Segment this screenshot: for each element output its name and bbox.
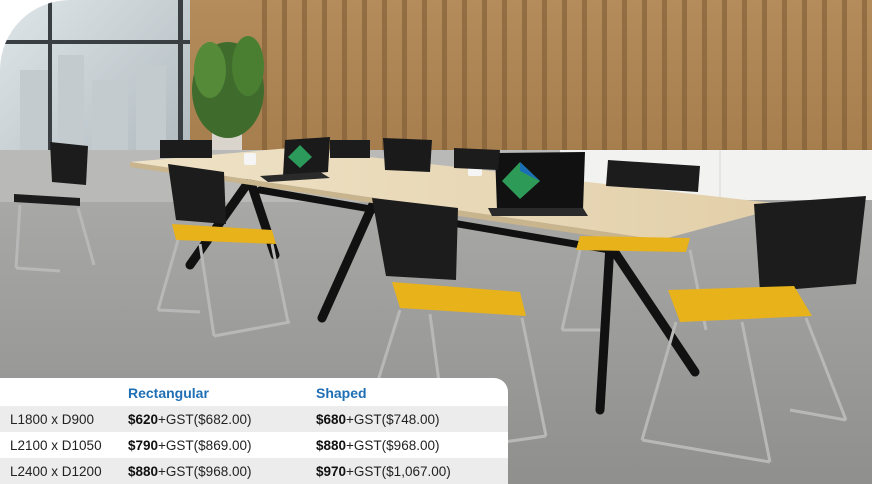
rect-gst: +GST($968.00): [158, 463, 252, 479]
shaped-price: $880: [316, 437, 347, 453]
rect-price-cell: $880+GST($968.00): [128, 458, 316, 484]
size-cell: L2400 x D1200: [0, 458, 128, 484]
product-image-card: Rectangular Shaped L1800 x D900 $620+GST…: [0, 0, 872, 484]
rect-price: $790: [128, 437, 159, 453]
shaped-price-cell: $680+GST($748.00): [316, 406, 508, 432]
price-table: Rectangular Shaped L1800 x D900 $620+GST…: [0, 378, 508, 484]
header-size: [0, 378, 128, 406]
shaped-price: $970: [316, 463, 347, 479]
price-row: L2400 x D1200 $880+GST($968.00) $970+GST…: [0, 458, 508, 484]
shaped-price-cell: $970+GST($1,067.00): [316, 458, 508, 484]
price-table-header: Rectangular Shaped: [0, 378, 508, 406]
price-row: L2100 x D1050 $790+GST($869.00) $880+GST…: [0, 432, 508, 458]
rect-price: $620: [128, 411, 159, 427]
size-cell: L1800 x D900: [0, 406, 128, 432]
shaped-price-cell: $880+GST($968.00): [316, 432, 508, 458]
shaped-gst: +GST($968.00): [346, 437, 440, 453]
rect-gst: +GST($682.00): [158, 411, 252, 427]
shaped-price: $680: [316, 411, 347, 427]
size-cell: L2100 x D1050: [10, 437, 102, 453]
price-row: L1800 x D900 $620+GST($682.00) $680+GST(…: [0, 406, 508, 432]
header-rectangular: Rectangular: [128, 385, 209, 401]
price-table-panel: Rectangular Shaped L1800 x D900 $620+GST…: [0, 378, 508, 484]
shaped-gst: +GST($1,067.00): [346, 463, 451, 479]
rect-price-cell: $620+GST($682.00): [128, 406, 316, 432]
header-shaped: Shaped: [316, 385, 367, 401]
shaped-gst: +GST($748.00): [346, 411, 440, 427]
rect-gst: +GST($869.00): [158, 437, 252, 453]
rect-price: $880: [128, 463, 159, 479]
rect-price-cell: $790+GST($869.00): [128, 432, 316, 458]
